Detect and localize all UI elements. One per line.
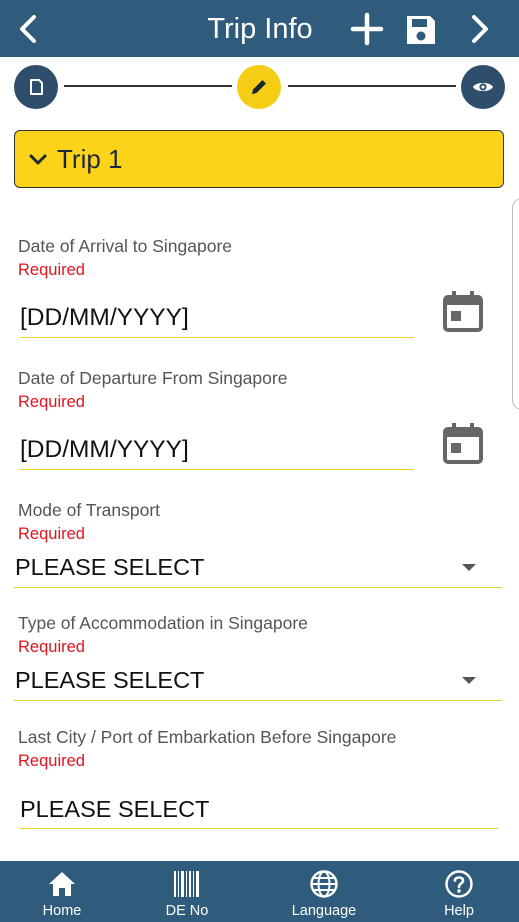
nav-language-label: Language (291, 903, 357, 919)
departure-date-input[interactable]: [DD/MM/YYYY] (20, 432, 414, 470)
arrival-date-label: Date of Arrival to Singapore (18, 236, 233, 256)
departure-required-text: Required (18, 393, 85, 411)
nav-home[interactable]: Home (7, 861, 117, 922)
arrival-date-input[interactable]: [DD/MM/YYYY] (20, 300, 414, 338)
calendar-icon[interactable] (442, 421, 484, 465)
calendar-icon[interactable] (442, 289, 484, 333)
last-city-label: Last City / Port of Embarkation Before S… (18, 727, 397, 747)
nav-de-no-label: DE No (165, 903, 209, 919)
trip-section-header[interactable]: Trip 1 (14, 130, 504, 188)
last-city-select[interactable]: PLEASE SELECT (20, 791, 498, 829)
nav-help-label: Help (444, 903, 474, 919)
step-edit[interactable] (237, 65, 281, 109)
nav-language[interactable]: Language (269, 861, 379, 922)
document-icon (30, 79, 43, 95)
plus-icon[interactable] (350, 12, 384, 46)
dropdown-caret-icon (462, 677, 476, 684)
nav-de-no[interactable]: DE No (132, 861, 242, 922)
departure-date-label: Date of Departure From Singapore (18, 368, 288, 388)
step-document[interactable] (14, 65, 58, 109)
top-app-bar: Trip Info (0, 0, 519, 57)
save-floppy-icon[interactable] (403, 12, 439, 48)
accommodation-select[interactable]: PLEASE SELECT (14, 665, 502, 701)
accommodation-label: Type of Accommodation in Singapore (18, 613, 308, 633)
back-chevron-icon[interactable] (12, 12, 46, 46)
nav-home-label: Home (42, 903, 82, 919)
arrival-required-text: Required (18, 261, 85, 279)
stepper-connector (288, 85, 456, 87)
page-title: Trip Info (207, 13, 313, 45)
transport-select[interactable]: PLEASE SELECT (14, 552, 502, 588)
next-chevron-icon[interactable] (462, 12, 496, 46)
bottom-navigation: Home DE No Language Help (0, 861, 519, 922)
home-icon (49, 872, 75, 896)
chevron-down-icon (29, 154, 47, 165)
dropdown-caret-icon (462, 564, 476, 571)
stepper-connector (64, 85, 232, 87)
trip-section-title: Trip 1 (57, 144, 123, 174)
transport-required-text: Required (18, 525, 85, 543)
accommodation-select-value: PLEASE SELECT (15, 667, 205, 693)
progress-stepper (0, 57, 519, 117)
transport-label: Mode of Transport (18, 500, 161, 520)
help-question-icon (445, 870, 473, 898)
scroll-edge-indicator (512, 198, 519, 410)
step-review[interactable] (461, 65, 505, 109)
globe-icon (310, 870, 338, 898)
last-city-required-text: Required (18, 752, 85, 770)
pencil-icon (252, 80, 266, 94)
eye-icon (473, 82, 493, 92)
barcode-icon (174, 871, 199, 897)
transport-select-value: PLEASE SELECT (15, 554, 205, 580)
accommodation-required-text: Required (18, 638, 85, 656)
nav-help[interactable]: Help (404, 861, 514, 922)
